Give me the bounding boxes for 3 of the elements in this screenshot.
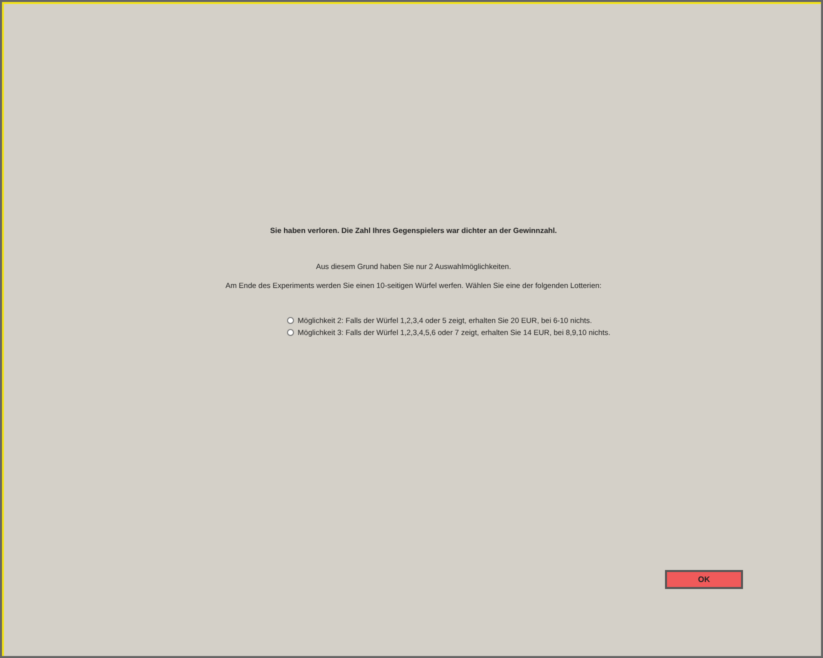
radio-button[interactable] <box>286 329 294 336</box>
radio-button[interactable] <box>286 317 294 324</box>
ok-button[interactable]: OK <box>665 570 743 589</box>
